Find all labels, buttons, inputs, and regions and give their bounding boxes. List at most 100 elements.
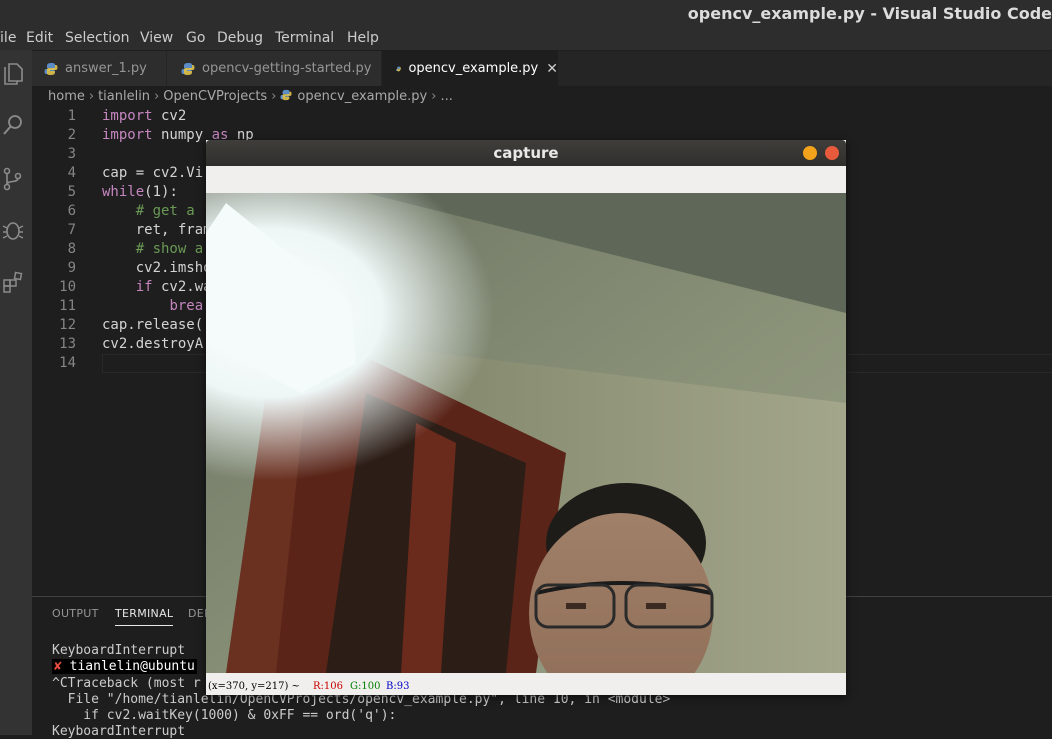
menu-terminal[interactable]: Terminal <box>275 30 334 46</box>
breadcrumb-item[interactable]: OpenCVProjects <box>163 89 267 104</box>
menu-go[interactable]: Go <box>186 30 205 46</box>
breadcrumb-separator: › <box>431 89 437 104</box>
pixel-red-value: R:106 <box>313 681 343 692</box>
capture-title-bar[interactable]: capture <box>206 140 846 166</box>
menu-selection[interactable]: Selection <box>65 30 130 46</box>
tab-terminal[interactable]: TERMINAL <box>115 607 174 626</box>
breadcrumb-item[interactable]: home <box>48 89 85 104</box>
code-token: cv2.wa <box>152 279 212 295</box>
code-text: while(1): <box>102 183 178 202</box>
code-text: if cv2.wa <box>102 278 212 297</box>
editor-tabs: answer_1.py opencv-getting-started.py op… <box>32 51 1052 86</box>
debug-icon[interactable] <box>0 215 26 245</box>
python-file-icon <box>181 62 195 75</box>
activity-bar <box>0 50 32 735</box>
terminal-line: if cv2.waitKey(1000) & 0xFF == ord('q'): <box>52 708 397 723</box>
tab-label: opencv-getting-started.py <box>202 61 372 76</box>
menu-file[interactable]: File <box>0 30 16 46</box>
code-text: brea <box>102 297 203 316</box>
breadcrumb-separator: › <box>88 89 95 104</box>
tab-output[interactable]: OUTPUT <box>52 607 99 620</box>
menu-debug[interactable]: Debug <box>217 30 263 46</box>
code-token: # show a <box>135 241 204 257</box>
terminal-line: KeyboardInterrupt <box>52 724 186 739</box>
tab-label: opencv_example.py <box>408 61 539 76</box>
code-token: cv2.imsho <box>102 260 212 276</box>
python-file-icon <box>396 66 402 71</box>
breadcrumb-separator: › <box>271 89 277 104</box>
tab-opencv-getting-started[interactable]: opencv-getting-started.py <box>167 51 381 86</box>
code-line[interactable]: 1 import cv2 <box>32 107 1052 126</box>
source-control-icon[interactable] <box>0 164 26 194</box>
menu-edit[interactable]: Edit <box>26 30 53 46</box>
code-text: # get a <box>102 202 195 221</box>
line-number: 9 <box>67 260 76 276</box>
line-number: 12 <box>59 317 76 333</box>
code-text: cap = cv2.Vi <box>102 164 203 183</box>
code-text: cap.release( <box>102 316 203 335</box>
line-number: 4 <box>67 165 76 181</box>
code-token: cv2 <box>152 108 187 124</box>
line-number: 7 <box>67 222 76 238</box>
capture-window[interactable]: capture (x=370, y=217) ~ R:106 G:100 B:9… <box>206 140 846 695</box>
tab-opencv-example[interactable]: opencv_example.py ✕ <box>382 51 558 86</box>
prompt-user: tianlelin@ubuntu <box>69 659 195 674</box>
extensions-icon[interactable] <box>0 267 26 297</box>
webcam-image <box>206 193 846 673</box>
window-title: opencv_example.py - Visual Studio Code <box>687 4 1052 23</box>
line-number: 11 <box>59 298 76 314</box>
line-number: 14 <box>59 355 76 371</box>
menu-view[interactable]: View <box>140 30 173 46</box>
python-file-icon <box>44 62 58 75</box>
capture-title: capture <box>493 144 559 162</box>
line-number: 13 <box>59 336 76 352</box>
menu-bar: File Edit Selection View Go Debug Termin… <box>0 28 1052 50</box>
code-token: (1): <box>144 184 178 200</box>
close-button[interactable] <box>825 146 839 160</box>
code-text: cv2.imsho <box>102 259 212 278</box>
code-token: cv2.destroyA <box>102 336 204 352</box>
code-token: import <box>102 108 153 124</box>
explorer-icon[interactable] <box>0 59 26 89</box>
code-token: ret, fram <box>102 222 212 238</box>
line-number: 10 <box>59 279 76 295</box>
title-bar: opencv_example.py - Visual Studio Code <box>0 0 1052 28</box>
code-text: cv2.destroyA <box>102 335 203 354</box>
code-token: numpy <box>152 127 212 143</box>
line-number: 3 <box>67 146 76 162</box>
pixel-coordinates: (x=370, y=217) ~ <box>208 681 300 692</box>
tab-answer-1[interactable]: answer_1.py <box>32 51 166 86</box>
capture-status-bar: (x=370, y=217) ~ R:106 G:100 B:93 <box>206 673 846 695</box>
code-text: ret, fram <box>102 221 212 240</box>
breadcrumb-item[interactable]: tianlelin <box>98 89 150 104</box>
breadcrumb-item[interactable]: ... <box>440 89 452 104</box>
code-text: import cv2 <box>102 107 186 126</box>
menu-help[interactable]: Help <box>347 30 379 46</box>
python-file-icon <box>280 89 292 101</box>
code-token: while <box>102 184 145 200</box>
line-number: 1 <box>67 108 76 124</box>
terminal-prompt: ✘ tianlelin@ubuntu <box>52 659 197 674</box>
code-token: brea <box>169 298 204 314</box>
search-icon[interactable] <box>0 110 26 140</box>
line-number: 2 <box>67 127 76 143</box>
capture-toolbar <box>206 166 846 194</box>
pixel-blue-value: B:93 <box>386 681 410 692</box>
terminal-line: ^CTraceback (most r <box>52 676 201 691</box>
camera-frame[interactable] <box>206 193 846 673</box>
line-number: 5 <box>67 184 76 200</box>
code-text: # show a <box>102 240 203 259</box>
breadcrumb: home › tianlelin › OpenCVProjects › opencv_exa… <box>48 89 453 107</box>
code-token: import <box>102 127 153 143</box>
line-number: 8 <box>67 241 76 257</box>
code-token: if <box>135 279 153 295</box>
minimize-button[interactable] <box>803 146 817 160</box>
breadcrumb-item[interactable]: opencv_example.py <box>297 89 427 104</box>
tab-label: answer_1.py <box>65 61 147 76</box>
terminal-line: KeyboardInterrupt <box>52 643 186 658</box>
close-icon[interactable]: ✕ <box>546 61 558 77</box>
